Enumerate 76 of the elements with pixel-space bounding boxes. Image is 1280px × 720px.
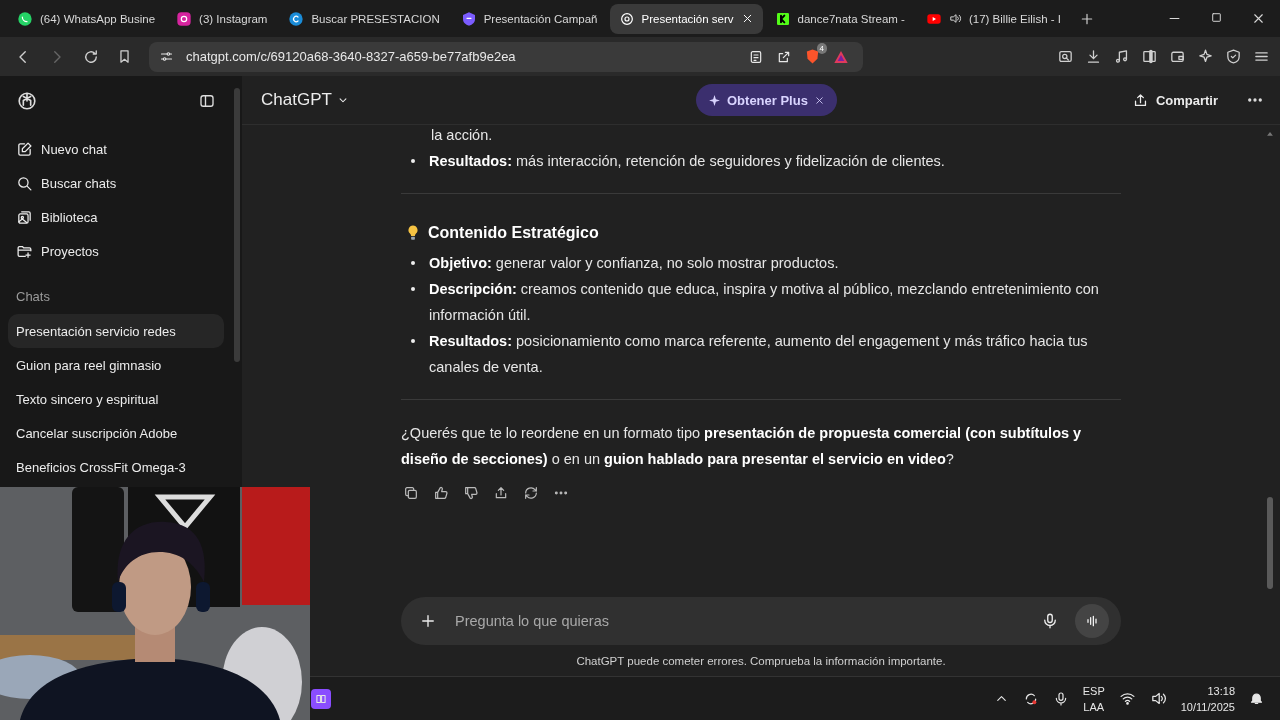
chat-item[interactable]: Texto sincero y espiritual	[8, 382, 224, 416]
list-text: Resultados: más interacción, retención de seguidores y fidelización de clientes.	[429, 152, 945, 171]
site-settings-icon[interactable]	[159, 49, 174, 64]
share-button[interactable]: Compartir	[1123, 86, 1226, 114]
message-text: ¿Querés que te lo reordene en un formato tipo presentación de propuesta comercial (con subtítulos y diseño de secciones) o en un guion hablado para presentar el servicio en video?	[401, 424, 1083, 469]
reload-icon[interactable]	[82, 47, 100, 66]
voice-button[interactable]	[1075, 604, 1109, 638]
browser-tab[interactable]: Buscar PRESESTACION	[279, 3, 449, 34]
sparkle-icon	[708, 93, 721, 107]
regenerate-icon[interactable]	[523, 485, 539, 501]
app-taskbar-icon[interactable]	[311, 688, 331, 709]
chat-item[interactable]: Cancelar suscripción Adobe	[8, 416, 224, 450]
message-composer[interactable]: Pregunta lo que quieras	[401, 597, 1121, 645]
sparkle-icon[interactable]	[1197, 48, 1214, 65]
close-icon[interactable]	[813, 94, 825, 106]
speaker-icon[interactable]	[1149, 690, 1167, 707]
shield-icon	[460, 10, 477, 27]
wifi-icon[interactable]	[1118, 690, 1136, 707]
browser-tab[interactable]: Presentación serv	[609, 3, 763, 34]
scrollbar-thumb[interactable]	[1267, 497, 1273, 589]
circle-icon	[288, 10, 305, 27]
chat-item[interactable]: Guion para reel gimnasio	[8, 348, 224, 382]
bullet-dot	[411, 287, 415, 291]
list-text: Descripción: creamos contenido que educa, inspira y motiva al público, mezclando entretenimiento con información útil.	[429, 280, 1100, 325]
model-selector[interactable]: ChatGPT	[261, 90, 350, 110]
language-indicator[interactable]: ESP LAA	[1082, 682, 1105, 715]
sidebar-item[interactable]: Biblioteca	[8, 200, 224, 234]
chat-bubble-icon	[17, 10, 33, 27]
music-icon[interactable]	[1113, 48, 1130, 65]
section-heading: Contenido Estratégico	[428, 223, 599, 243]
edit-icon	[16, 140, 33, 158]
list-text: Objetivo: generar valor y confianza, no solo mostrar productos.	[429, 254, 839, 273]
bullet-dot	[411, 261, 415, 265]
plus-icon[interactable]	[419, 612, 437, 630]
reader-icon[interactable]	[748, 48, 764, 65]
sidebar-item[interactable]: Proyectos	[8, 234, 224, 268]
maximize-icon[interactable]	[1210, 11, 1223, 24]
scrollbar-thumb[interactable]	[234, 88, 240, 362]
upgrade-button[interactable]: Obtener Plus	[696, 84, 837, 116]
bullet-dot	[411, 159, 415, 163]
browser-tab[interactable]: dance7nata Stream -	[765, 3, 914, 34]
list-text: la acción.	[430, 126, 494, 145]
bullet-dot	[411, 339, 415, 343]
browser-tab[interactable]: (3) Instagram	[167, 3, 277, 34]
download-icon[interactable]	[1085, 48, 1102, 65]
camera-icon	[176, 10, 193, 27]
sidebar-item[interactable]: Buscar chats	[8, 166, 224, 200]
share-icon[interactable]	[493, 485, 509, 501]
sidebar-icon[interactable]	[1141, 48, 1158, 65]
sidebar-toggle-icon[interactable]	[198, 92, 216, 110]
clock[interactable]: 13:18 10/11/2025	[1180, 682, 1235, 715]
images-icon	[16, 208, 33, 226]
count-badge: 4	[816, 43, 827, 54]
thumbs-down-icon[interactable]	[463, 485, 479, 501]
logo-knot-icon[interactable]	[16, 90, 38, 112]
address-field[interactable]: chatgpt.com/c/69120a68-3640-8327-a659-be77afb9e2ea 4	[149, 41, 863, 72]
shield-icon[interactable]	[1225, 48, 1242, 65]
browser-tab[interactable]: Presentación Campañ	[451, 3, 607, 34]
disclaimer-text: ChatGPT puede cometer errores. Comprueba la información importante.	[576, 654, 946, 669]
browser-tab[interactable]: (64) WhatsApp Busine	[8, 3, 165, 34]
sidebar-item[interactable]: Nuevo chat	[8, 132, 224, 166]
waveform-icon	[1084, 613, 1100, 629]
chat-item[interactable]: Beneficios CrossFit Omega-3	[8, 450, 224, 484]
section-title: Chats	[15, 288, 51, 306]
square-icon	[774, 10, 791, 27]
bell-icon[interactable]	[1249, 691, 1264, 706]
list-text: Resultados: posicionamiento como marca referente, aumento del engagement y más tráfico hacia tus canales de venta.	[429, 332, 1089, 377]
microphone-icon[interactable]	[1041, 612, 1059, 630]
browser-tab[interactable]: (17) Billie Eilish - I	[916, 3, 1070, 34]
screenshot-icon[interactable]	[1057, 48, 1074, 65]
search-icon	[16, 174, 33, 192]
close-icon[interactable]	[1251, 11, 1266, 26]
chat-item[interactable]: Presentación servicio redes	[8, 314, 224, 348]
message-input[interactable]: Pregunta lo que quieras	[453, 612, 1025, 630]
thumbs-up-icon[interactable]	[433, 485, 449, 501]
copy-icon[interactable]	[403, 485, 419, 501]
